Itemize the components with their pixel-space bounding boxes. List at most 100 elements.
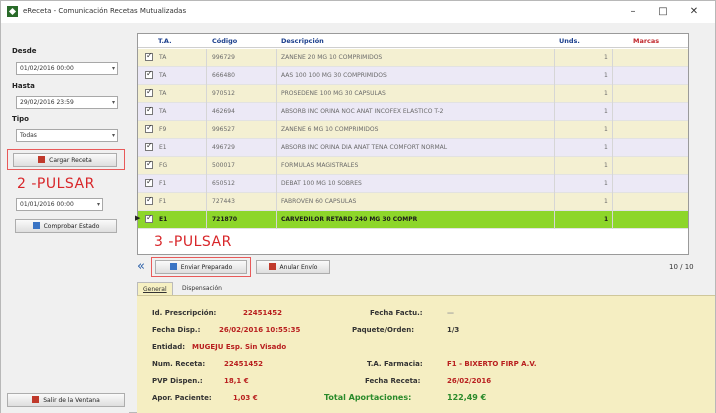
column-divider bbox=[612, 211, 613, 229]
column-header-ta[interactable]: T.A. bbox=[158, 37, 172, 45]
tab-general[interactable]: General bbox=[137, 282, 173, 296]
row-checkbox[interactable] bbox=[145, 213, 153, 223]
column-divider bbox=[554, 67, 555, 85]
row-checkbox[interactable] bbox=[145, 51, 153, 61]
table-row[interactable]: TA 970512 PROSEDENE 100 MG 30 CAPSULAS 1 bbox=[138, 85, 688, 103]
column-divider bbox=[276, 193, 277, 211]
cell-descripcion: ABSORB INC ORINA DIA ANAT TENA COMFORT N… bbox=[281, 144, 448, 151]
detail-panel: Id. Prescripción: 22451452 Fecha Factu.:… bbox=[137, 295, 715, 413]
num-receta-label: Num. Receta: bbox=[152, 360, 206, 368]
date-field-2[interactable]: 01/01/2016 00:00 ▾ bbox=[16, 198, 103, 211]
column-header-codigo[interactable]: Código bbox=[212, 37, 237, 45]
cell-codigo: 496729 bbox=[212, 144, 235, 151]
id-prescripcion-value: 22451452 bbox=[243, 309, 282, 317]
row-checkbox[interactable] bbox=[145, 195, 153, 205]
date-field-2-value: 01/01/2016 00:00 bbox=[20, 201, 74, 208]
cell-ta: TA bbox=[159, 72, 167, 79]
tipo-select[interactable]: Todas ▾ bbox=[16, 129, 118, 142]
table-row[interactable]: F9 996527 ZANENE 6 MG 10 COMPRIMIDOS 1 bbox=[138, 121, 688, 139]
table-row[interactable]: TA 462694 ABSORB INC ORINA NOC ANAT INCOFE… bbox=[138, 103, 688, 121]
step3-annotation: 3 -PULSAR bbox=[154, 234, 232, 250]
table-row[interactable]: F1 650512 DEBAT 100 MG 10 SOBRES 1 bbox=[138, 175, 688, 193]
send-icon bbox=[169, 263, 177, 270]
row-checkbox[interactable] bbox=[145, 123, 153, 133]
ta-farmacia-label: T.A. Farmacia: bbox=[367, 360, 423, 368]
cell-ta: F9 bbox=[159, 126, 167, 133]
column-divider bbox=[554, 211, 555, 229]
sidebar: Desde 01/02/2016 00:00 ▾ Hasta 29/02/201… bbox=[1, 23, 129, 413]
table-row[interactable]: TA 996729 ZANENE 20 MG 10 COMPRIMIDOS 1 bbox=[138, 49, 688, 67]
maximize-button[interactable]: □ bbox=[653, 4, 673, 20]
desde-date-field[interactable]: 01/02/2016 00:00 ▾ bbox=[16, 62, 118, 75]
column-divider bbox=[206, 85, 207, 103]
row-checkbox[interactable] bbox=[145, 69, 153, 79]
entidad-label: Entidad: bbox=[152, 343, 186, 351]
grid-header: T.A. Código Descripción Unds. Marcas bbox=[138, 34, 688, 48]
column-divider bbox=[612, 157, 613, 175]
column-divider bbox=[612, 121, 613, 139]
column-header-marcas[interactable]: Marcas bbox=[633, 37, 659, 45]
tab-dispensacion[interactable]: Dispensación bbox=[177, 282, 227, 296]
cell-codigo: 970512 bbox=[212, 90, 235, 97]
table-row[interactable]: E1 721870 CARVEDILOR RETARD 240 MG 30 COMP… bbox=[138, 211, 688, 229]
cargar-receta-button[interactable]: Cargar Receta bbox=[13, 153, 117, 167]
row-checkbox[interactable] bbox=[145, 159, 153, 169]
comprobar-estado-button[interactable]: Comprobar Estado bbox=[15, 219, 117, 233]
column-divider bbox=[612, 85, 613, 103]
cell-ta: E1 bbox=[159, 144, 167, 151]
column-divider bbox=[206, 157, 207, 175]
fecha-receta-value: 26/02/2016 bbox=[447, 377, 492, 385]
column-divider bbox=[206, 67, 207, 85]
chevron-down-icon[interactable]: ▾ bbox=[112, 130, 115, 141]
salir-label: Salir de la Ventana bbox=[43, 397, 100, 404]
close-button[interactable]: ✕ bbox=[684, 4, 704, 20]
cell-codigo: 721870 bbox=[212, 216, 238, 223]
cell-unds: 1 bbox=[604, 126, 608, 133]
chevron-down-icon[interactable]: ▾ bbox=[112, 97, 115, 108]
window-title: eReceta - Comunicación Recetas Mutualiza… bbox=[23, 7, 187, 15]
row-checkbox[interactable] bbox=[145, 105, 153, 115]
column-divider bbox=[276, 157, 277, 175]
load-icon bbox=[38, 156, 46, 163]
app-logo-icon bbox=[7, 6, 18, 17]
enviar-preparado-button[interactable]: Enviar Preparado bbox=[155, 260, 247, 274]
paquete-orden-label: Paquete/Orden: bbox=[352, 326, 415, 334]
column-divider bbox=[612, 49, 613, 67]
column-divider bbox=[612, 193, 613, 211]
enviar-preparado-label: Enviar Preparado bbox=[180, 264, 233, 271]
num-receta-value: 22451452 bbox=[224, 360, 263, 368]
cell-descripcion: AAS 100 100 MG 30 COMPRIMIDOS bbox=[281, 72, 387, 79]
salir-button[interactable]: Salir de la Ventana bbox=[7, 393, 125, 407]
column-divider bbox=[276, 139, 277, 157]
row-checkbox[interactable] bbox=[145, 141, 153, 151]
table-row[interactable]: E1 496729 ABSORB INC ORINA DIA ANAT TENA C… bbox=[138, 139, 688, 157]
hasta-date-field[interactable]: 29/02/2016 23:59 ▾ bbox=[16, 96, 118, 109]
hasta-label: Hasta bbox=[12, 82, 35, 90]
cancel-icon bbox=[268, 263, 276, 270]
column-header-descripcion[interactable]: Descripción bbox=[281, 37, 324, 45]
cell-ta: TA bbox=[159, 108, 167, 115]
column-divider bbox=[276, 211, 277, 229]
cell-ta: F1 bbox=[159, 198, 167, 205]
title-bar[interactable]: eReceta - Comunicación Recetas Mutualiza… bbox=[1, 1, 715, 23]
column-header-unds[interactable]: Unds. bbox=[559, 37, 580, 45]
table-row[interactable]: F1 727443 FABROVEN 60 CAPSULAS 1 bbox=[138, 193, 688, 211]
fecha-disp-label: Fecha Disp.: bbox=[152, 326, 201, 334]
row-checkbox[interactable] bbox=[145, 87, 153, 97]
chevron-down-icon[interactable]: ▾ bbox=[112, 63, 115, 74]
anular-envio-label: Anular Envío bbox=[279, 264, 318, 271]
cell-codigo: 462694 bbox=[212, 108, 235, 115]
anular-envio-button[interactable]: Anular Envío bbox=[256, 260, 330, 274]
column-divider bbox=[206, 211, 207, 229]
table-row[interactable]: FG 500017 FORMULAS MAGISTRALES 1 bbox=[138, 157, 688, 175]
app-window: eReceta - Comunicación Recetas Mutualiza… bbox=[0, 0, 716, 413]
desde-date-value: 01/02/2016 00:00 bbox=[20, 65, 74, 72]
minimize-button[interactable]: – bbox=[623, 4, 643, 20]
nav-back-arrow-icon[interactable]: « bbox=[137, 259, 145, 274]
row-checkbox[interactable] bbox=[145, 177, 153, 187]
column-divider bbox=[554, 103, 555, 121]
chevron-down-icon[interactable]: ▾ bbox=[97, 199, 100, 210]
cell-descripcion: DEBAT 100 MG 10 SOBRES bbox=[281, 180, 362, 187]
cell-descripcion: PROSEDENE 100 MG 30 CAPSULAS bbox=[281, 90, 386, 97]
table-row[interactable]: TA 666480 AAS 100 100 MG 30 COMPRIMIDOS 1 bbox=[138, 67, 688, 85]
